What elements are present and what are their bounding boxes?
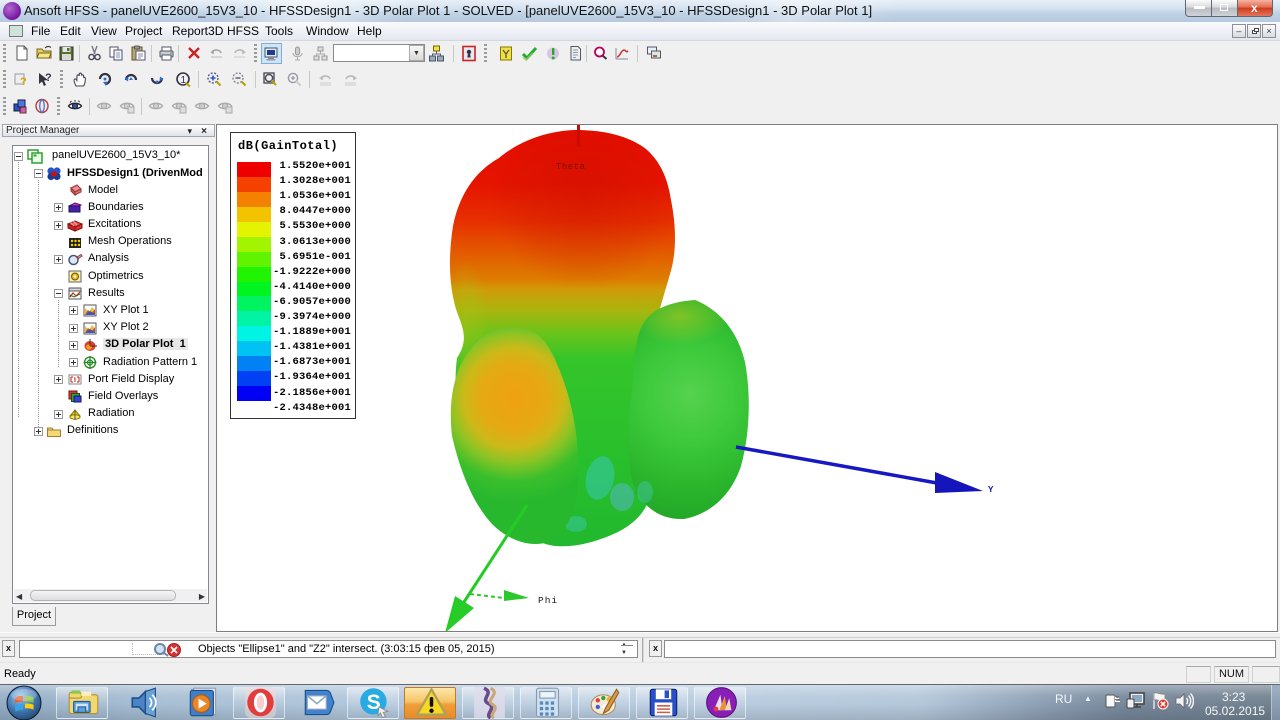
svg-text:1: 1 [181,75,187,86]
svg-text:Theta: Theta [556,162,586,172]
svg-text:Phi: Phi [538,595,558,606]
svg-text:?: ? [45,72,52,84]
svg-text:Y: Y [988,485,994,495]
svg-text:?: ? [20,76,27,88]
